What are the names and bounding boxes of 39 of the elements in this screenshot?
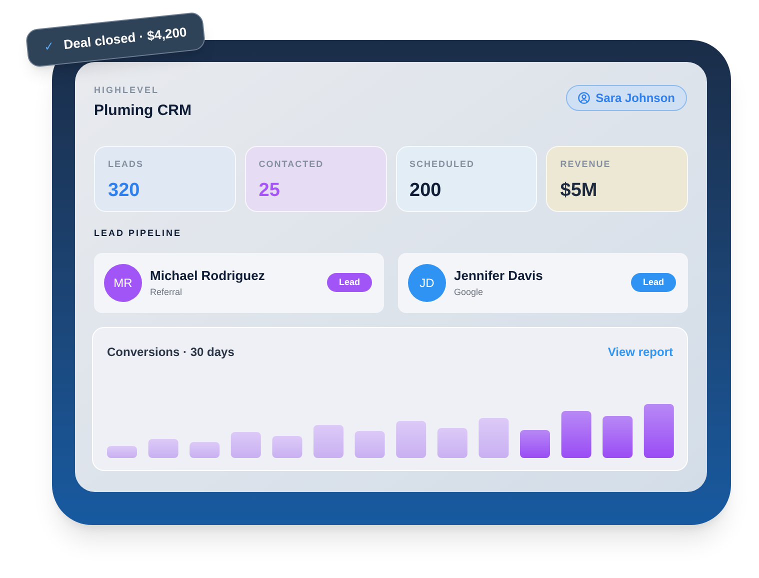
chart-bar bbox=[148, 438, 178, 458]
chart-bar bbox=[354, 430, 385, 458]
stat-label: LEADS bbox=[108, 158, 145, 171]
lead-tag: Lead bbox=[630, 272, 676, 292]
chart-bar bbox=[230, 432, 261, 458]
check-icon: ✓ bbox=[42, 37, 55, 56]
chart-bar bbox=[602, 416, 633, 458]
chart-bar bbox=[437, 428, 468, 458]
avatar: JD bbox=[408, 264, 446, 302]
chart-bar bbox=[107, 446, 137, 458]
lead-name: Jennifer Davis bbox=[454, 267, 544, 285]
stat-value: 320 bbox=[108, 178, 141, 202]
stat-value: 200 bbox=[410, 178, 442, 202]
chart-title: Conversions · 30 days bbox=[107, 344, 234, 360]
stat-value: 25 bbox=[258, 178, 281, 202]
stat-label: CONTACTED bbox=[258, 158, 325, 171]
lead-card[interactable]: MR Michael Rodriguez Referral Lead bbox=[94, 252, 384, 312]
section-heading: LEAD PIPELINE bbox=[94, 227, 183, 240]
avatar: MR bbox=[104, 264, 142, 302]
stat-value: $5M bbox=[560, 178, 598, 202]
app-title: Pluming CRM bbox=[94, 100, 192, 120]
toast-text: Deal closed · $4,200 bbox=[62, 24, 188, 54]
chart-bar bbox=[644, 404, 674, 458]
chart-bar bbox=[190, 442, 220, 458]
chart-bar bbox=[478, 418, 509, 458]
chart-bar bbox=[272, 436, 302, 458]
lead-card[interactable]: JD Jennifer Davis Google Lead bbox=[398, 252, 688, 312]
stat-label: REVENUE bbox=[560, 158, 612, 171]
stat-label: SCHEDULED bbox=[410, 158, 476, 171]
lead-source: Referral bbox=[150, 286, 184, 298]
chart-bar bbox=[520, 430, 550, 458]
lead-source: Google bbox=[454, 286, 484, 299]
user-icon bbox=[578, 92, 590, 104]
lead-tag: Lead bbox=[326, 272, 372, 292]
chart-bar bbox=[314, 424, 344, 458]
chart-bar bbox=[561, 410, 592, 458]
chart-bar bbox=[396, 420, 426, 458]
lead-name: Michael Rodriguez bbox=[150, 267, 266, 285]
brand-label: HIGHLEVEL bbox=[94, 84, 160, 97]
